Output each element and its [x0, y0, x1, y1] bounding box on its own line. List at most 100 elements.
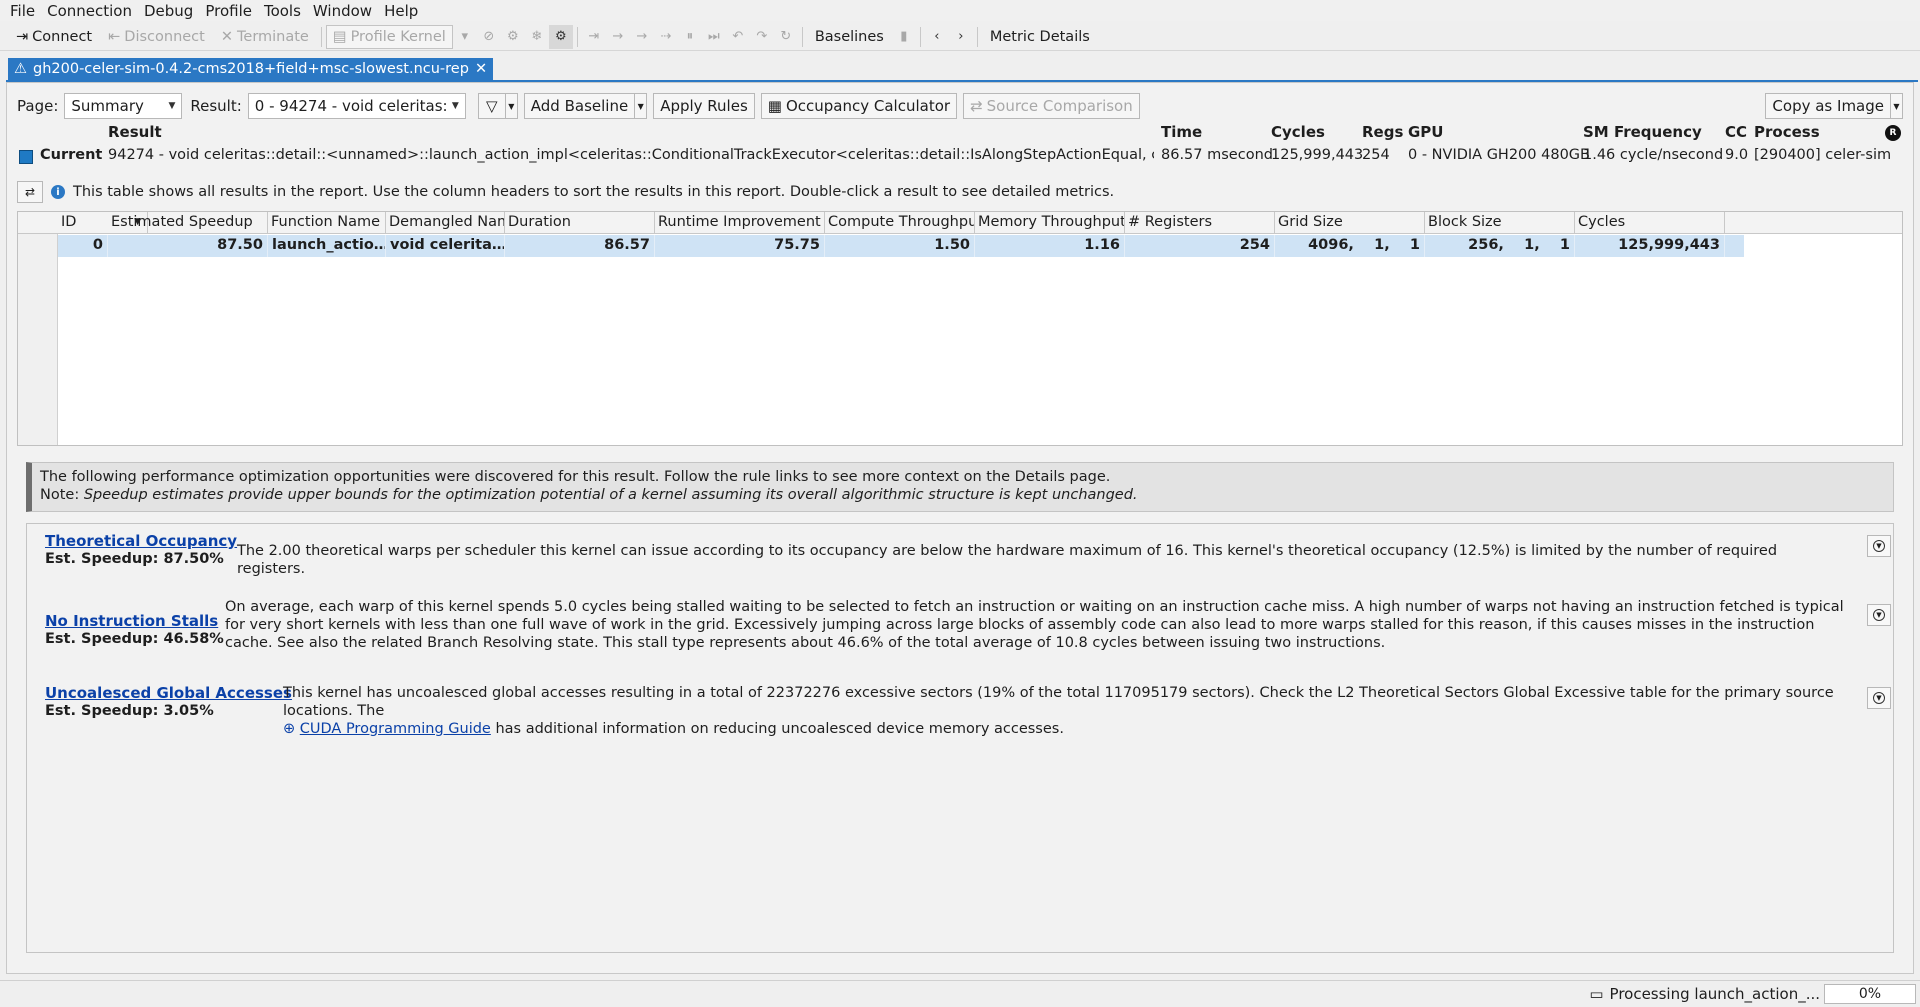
- process-col-header: Process: [1754, 123, 1820, 141]
- occupancy-calculator-button[interactable]: ▦ Occupancy Calculator: [760, 93, 958, 119]
- cell-function-name: launch_actio…: [268, 235, 386, 257]
- current-label: Current: [40, 147, 103, 163]
- cell-compute-throughput: 1.50: [825, 235, 975, 257]
- add-baseline-dropdown[interactable]: ▼: [635, 93, 648, 119]
- results-table: ID ▼ Estimated Speedup Function Name Dem…: [17, 211, 1903, 446]
- rules-intro-line: The following performance optimization o…: [40, 469, 1111, 485]
- menu-help[interactable]: Help: [378, 2, 424, 20]
- cell-memory-throughput: 1.16: [975, 235, 1125, 257]
- cell-id: 0: [58, 235, 108, 257]
- swap-results-button[interactable]: ⇄: [17, 181, 43, 203]
- current-sm-frequency: 1.46 cycle/nsecond: [1583, 147, 1724, 163]
- copy-as-image-button[interactable]: Copy as Image: [1765, 93, 1891, 119]
- step-in-icon[interactable]: ⇥: [582, 25, 606, 49]
- menu-connection[interactable]: Connection: [41, 2, 138, 20]
- page-select[interactable]: Summary ▼: [64, 93, 183, 119]
- current-process: [290400] celer-sim: [1754, 147, 1892, 163]
- current-gpu: 0 - NVIDIA GH200 480GB: [1408, 147, 1590, 163]
- result-header: Result Time Cycles Regs GPU SM Frequency…: [7, 123, 1913, 143]
- menu-tools[interactable]: Tools: [258, 2, 307, 20]
- refresh-icon[interactable]: ↻: [774, 25, 798, 49]
- cell-demangled-name: void celerita…: [386, 235, 505, 257]
- sm-frequency-col-header: SM Frequency: [1583, 123, 1702, 141]
- current-result-name: 94274 - void celeritas::detail::<unnamed…: [108, 147, 1154, 163]
- back-chevron-icon[interactable]: ‹: [925, 25, 949, 49]
- expand-button[interactable]: ▼: [1867, 604, 1891, 626]
- rule-description: The 2.00 theoretical warps per scheduler…: [237, 543, 1778, 577]
- chevron-down-icon: ▼: [1873, 692, 1885, 704]
- metric-details-button[interactable]: Metric Details: [982, 25, 1098, 49]
- result-info-icon[interactable]: R: [1885, 125, 1901, 141]
- connect-button[interactable]: ⇥ Connect: [8, 25, 100, 49]
- col-block-size[interactable]: Block Size: [1425, 212, 1575, 234]
- rule-description: This kernel has uncoalesced global acces…: [283, 685, 1834, 737]
- progress-bar: 0%: [1824, 984, 1916, 1004]
- cell-block-size: 256, 1, 1: [1425, 235, 1575, 257]
- resume-icon[interactable]: ⏭: [702, 25, 726, 49]
- col-grid-size[interactable]: Grid Size: [1275, 212, 1425, 234]
- source-comparison-button[interactable]: ⇄ Source Comparison: [963, 93, 1140, 119]
- rule-title-link[interactable]: No Instruction Stalls: [45, 612, 218, 630]
- table-row[interactable]: 0 87.50 launch_actio… void celerita… 86.…: [58, 235, 1744, 257]
- cell-runtime-improvement: 75.75: [655, 235, 825, 257]
- menu-file[interactable]: File: [4, 2, 41, 20]
- rules-note: Note: Speedup estimates provide upper bo…: [40, 487, 1138, 503]
- toolbar-separator: [919, 26, 921, 47]
- step-over-icon[interactable]: →: [630, 25, 654, 49]
- col-duration[interactable]: Duration: [505, 212, 655, 234]
- rule-theoretical-occupancy: Theoretical Occupancy Est. Speedup: 87.5…: [27, 532, 1899, 592]
- settings-icon[interactable]: ⚙: [548, 24, 573, 49]
- baselines-button[interactable]: Baselines: [807, 25, 892, 49]
- copy-as-image-dropdown[interactable]: ▼: [1891, 93, 1903, 119]
- info-icon: i: [51, 185, 65, 199]
- pause-icon[interactable]: ⏸: [678, 25, 702, 49]
- report-file-icon: ⚠: [14, 61, 27, 77]
- chevron-down-icon: ▼: [451, 101, 459, 111]
- current-regs: 254: [1362, 147, 1390, 163]
- rule-uncoalesced-global-accesses: Uncoalesced Global Accesses Est. Speedup…: [27, 684, 1899, 737]
- forward-chevron-icon[interactable]: ›: [949, 25, 973, 49]
- col-demangled-name[interactable]: Demangled Name: [386, 212, 505, 234]
- step-next-icon[interactable]: →: [606, 25, 630, 49]
- cancel-icon[interactable]: ⊘: [477, 25, 501, 49]
- profile-kernel-dropdown[interactable]: ▾: [453, 25, 477, 49]
- menu-profile[interactable]: Profile: [199, 2, 258, 20]
- gear-icon[interactable]: ⚙: [501, 25, 525, 49]
- col-memory-throughput[interactable]: Memory Throughput: [975, 212, 1125, 234]
- freeze-icon[interactable]: ❄: [525, 25, 549, 49]
- rule-title-link[interactable]: Uncoalesced Global Accesses: [45, 684, 292, 702]
- connect-icon: ⇥: [16, 28, 29, 45]
- expand-button[interactable]: ▼: [1867, 687, 1891, 709]
- menu-debug[interactable]: Debug: [138, 2, 199, 20]
- rule-title-link[interactable]: Theoretical Occupancy: [45, 532, 237, 550]
- col-estimated-speedup[interactable]: Estimated Speedup: [108, 212, 268, 234]
- expand-button[interactable]: ▼: [1867, 535, 1891, 557]
- redo-icon[interactable]: ↷: [750, 25, 774, 49]
- cuda-guide-link[interactable]: CUDA Programming Guide: [300, 721, 491, 737]
- close-icon[interactable]: ✕: [475, 61, 487, 77]
- swap-icon: ⇄: [24, 185, 36, 199]
- col-function-name[interactable]: Function Name: [268, 212, 386, 234]
- filter-dropdown[interactable]: ▼: [505, 93, 518, 119]
- info-text: This table shows all results in the repo…: [73, 184, 1115, 200]
- col-compute-throughput[interactable]: Compute Throughput: [825, 212, 975, 234]
- disconnect-button[interactable]: ⇤ Disconnect: [100, 25, 213, 49]
- result-select[interactable]: 0 - 94274 - void celeritas::deta ▼: [247, 93, 466, 119]
- col-registers[interactable]: # Registers: [1125, 212, 1275, 234]
- undo-icon[interactable]: ↶: [726, 25, 750, 49]
- main-toolbar: ⇥ Connect ⇤ Disconnect ✕ Terminate ▤ Pro…: [0, 23, 1920, 51]
- cycles-col-header: Cycles: [1271, 123, 1325, 141]
- terminate-button[interactable]: ✕ Terminate: [213, 25, 317, 49]
- step-out-icon[interactable]: ⇢: [654, 25, 678, 49]
- menu-window[interactable]: Window: [307, 2, 378, 20]
- col-runtime-improvement[interactable]: Runtime Improvement: [655, 212, 825, 234]
- baselines-clear-icon[interactable]: ▮: [892, 25, 916, 49]
- add-baseline-button[interactable]: Add Baseline: [523, 93, 636, 119]
- filter-button[interactable]: ▽: [477, 93, 506, 119]
- document-tab[interactable]: ⚠ gh200-celer-sim-0.4.2-cms2018+field+ms…: [8, 58, 494, 80]
- profile-kernel-button[interactable]: ▤ Profile Kernel: [325, 24, 453, 49]
- info-row: ⇄ i This table shows all results in the …: [17, 181, 1114, 203]
- chevron-down-icon: ▼: [1873, 540, 1885, 552]
- apply-rules-button[interactable]: Apply Rules: [653, 93, 755, 119]
- col-cycles[interactable]: Cycles: [1575, 212, 1725, 234]
